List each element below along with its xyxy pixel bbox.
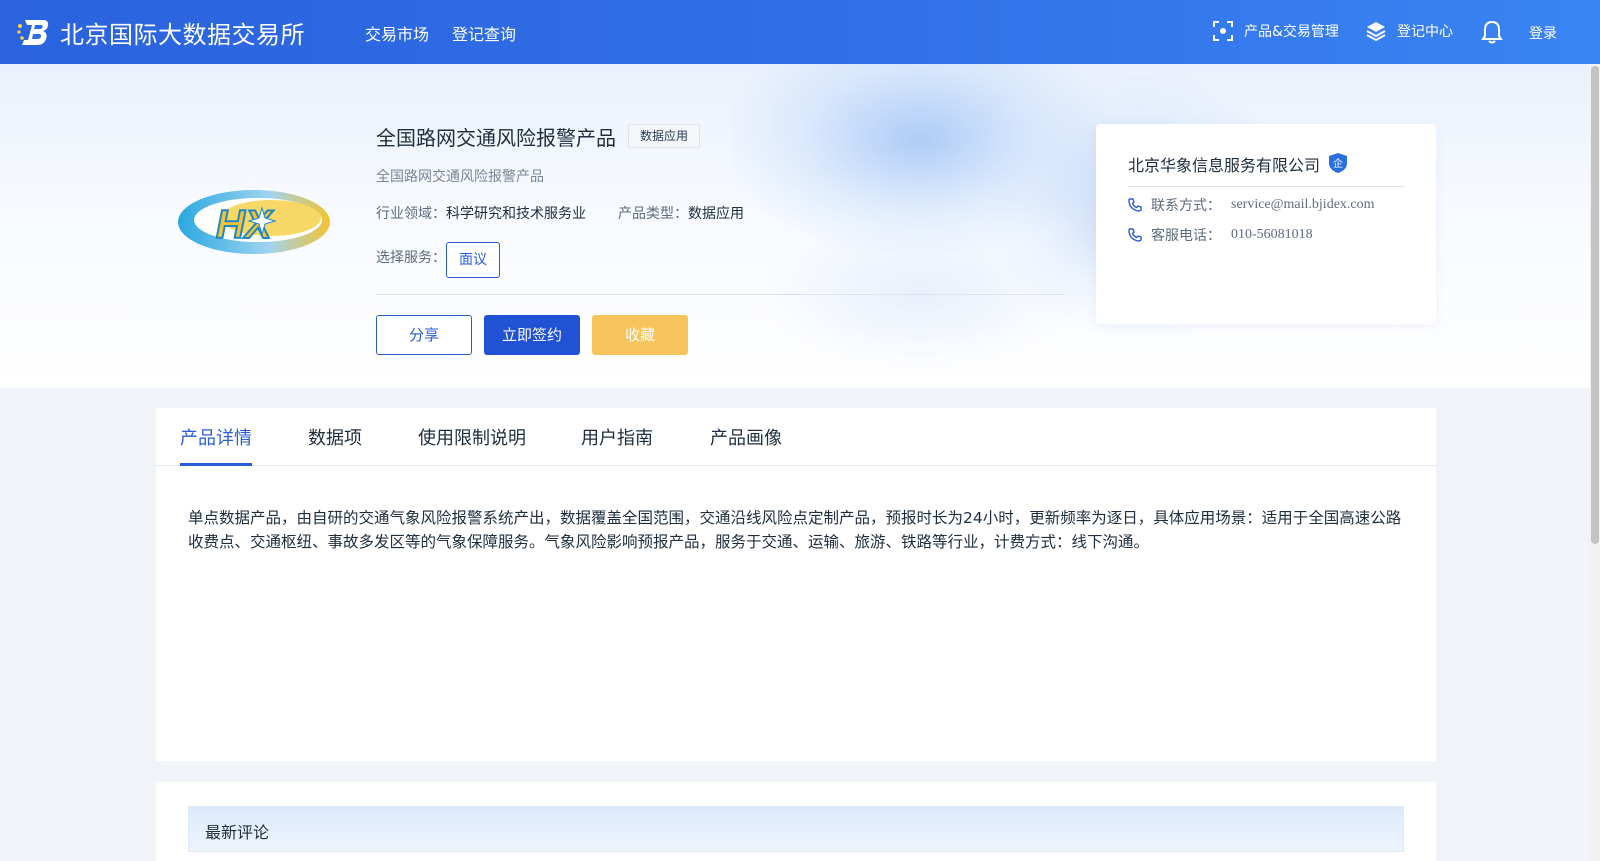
tab-bar: 产品详情 数据项 使用限制说明 用户指南 产品画像 <box>156 408 1436 466</box>
nav-link-market[interactable]: 交易市场 <box>365 21 429 45</box>
nav-product-mgmt-label: 产品&交易管理 <box>1244 24 1339 40</box>
site-logo-icon[interactable] <box>16 16 50 48</box>
site-name[interactable]: 北京国际大数据交易所 <box>60 15 305 50</box>
phone-icon <box>1128 228 1142 242</box>
product-tag: 数据应用 <box>628 124 701 148</box>
divider <box>376 294 1064 295</box>
sign-now-button[interactable]: 立即签约 <box>484 315 580 355</box>
login-link[interactable]: 登录 <box>1529 23 1557 43</box>
comments-panel: 最新评论 <box>156 782 1436 861</box>
layers-icon <box>1366 22 1386 42</box>
tab-data-items[interactable]: 数据项 <box>308 424 362 450</box>
bell-icon[interactable] <box>1481 20 1503 44</box>
tab-product-profile[interactable]: 产品画像 <box>710 424 782 450</box>
divider <box>1128 186 1404 187</box>
product-description: 单点数据产品，由自研的交通气象风险报警系统产出，数据覆盖全国范围，交通沿线风险点… <box>188 509 1402 551</box>
enterprise-badge-text: 企 <box>1333 157 1343 170</box>
comments-title: 最新评论 <box>205 823 270 842</box>
service-label: 选择服务： <box>376 250 446 266</box>
contact-phone-row: 客服电话： 010-56081018 <box>1128 225 1313 245</box>
industry-value: 科学研究和技术服务业 <box>446 206 586 222</box>
tab-user-guide[interactable]: 用户指南 <box>581 424 653 450</box>
active-tab-indicator <box>180 463 252 466</box>
product-hero: HX 全国路网交通风险报警产品 数据应用 全国路网交通风险报警产品 行业领域：科… <box>0 64 1590 388</box>
type-label: 产品类型： <box>618 206 688 222</box>
type-value: 数据应用 <box>688 206 744 222</box>
tab-usage-restrictions[interactable]: 使用限制说明 <box>418 424 526 450</box>
comments-header: 最新评论 <box>188 806 1404 852</box>
nav-product-mgmt[interactable]: 产品&交易管理 <box>1212 20 1339 42</box>
contact-label: 联系方式： <box>1151 198 1221 214</box>
company-name[interactable]: 北京华象信息服务有限公司 <box>1128 152 1320 176</box>
top-nav: 北京国际大数据交易所 交易市场 登记查询 产品&交易管理 登记中心 登录 <box>0 0 1600 64</box>
phone-label: 客服电话： <box>1151 228 1221 244</box>
product-title: 全国路网交通风险报警产品 <box>376 126 616 150</box>
industry-meta: 行业领域：科学研究和技术服务业 <box>376 203 586 223</box>
scan-icon <box>1213 21 1233 41</box>
nav-register-center[interactable]: 登记中心 <box>1365 20 1453 42</box>
industry-label: 行业领域： <box>376 206 446 222</box>
favorite-button[interactable]: 收藏 <box>592 315 688 355</box>
service-option-negotiable[interactable]: 面议 <box>446 242 500 278</box>
contact-email-row: 联系方式： service@mail.bjidex.com <box>1128 195 1375 215</box>
product-subtitle: 全国路网交通风险报警产品 <box>376 169 544 185</box>
product-logo: HX <box>178 190 330 254</box>
contact-email[interactable]: service@mail.bjidex.com <box>1231 197 1375 213</box>
detail-panel: 产品详情 数据项 使用限制说明 用户指南 产品画像 单点数据产品，由自研的交通气… <box>156 408 1436 761</box>
scrollbar-thumb[interactable] <box>1591 66 1599 544</box>
phone-number[interactable]: 010-56081018 <box>1231 227 1313 243</box>
type-meta: 产品类型：数据应用 <box>618 203 744 223</box>
company-card: 北京华象信息服务有限公司 企 联系方式： service@mail.bjidex… <box>1096 124 1436 324</box>
enterprise-badge-icon: 企 <box>1329 153 1347 173</box>
nav-register-center-label: 登记中心 <box>1397 24 1453 40</box>
phone-icon <box>1128 198 1142 212</box>
tab-product-details[interactable]: 产品详情 <box>180 424 252 450</box>
share-button[interactable]: 分享 <box>376 315 472 355</box>
nav-link-register-query[interactable]: 登记查询 <box>452 21 516 45</box>
